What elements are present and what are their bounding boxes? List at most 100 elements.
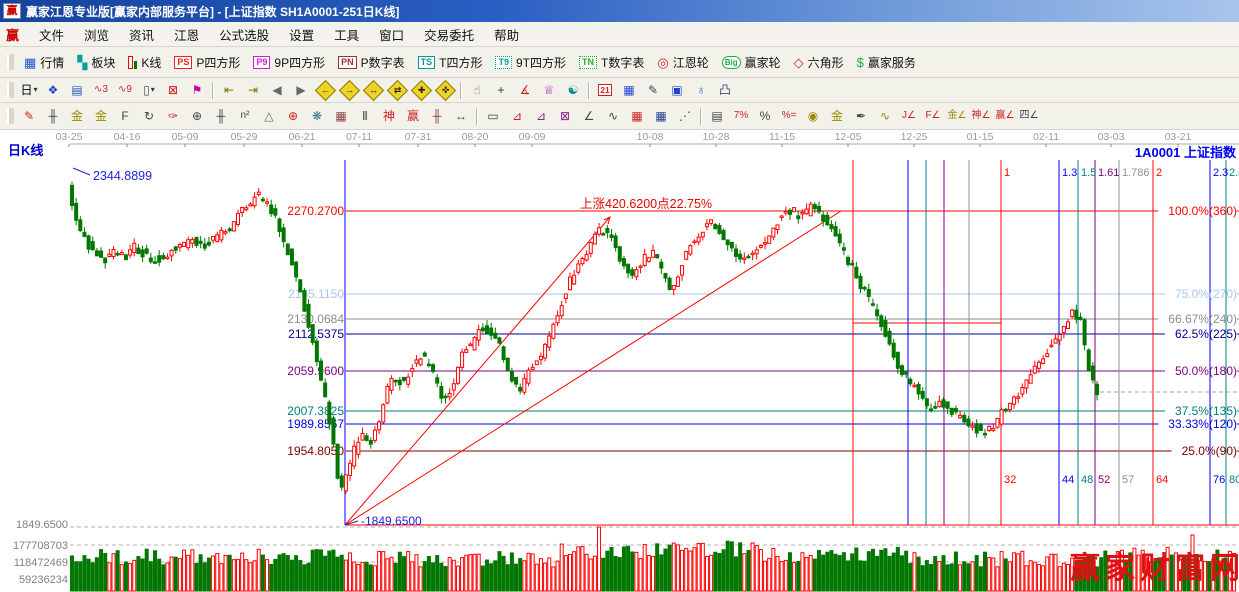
brush-tool-icon[interactable]: ✎	[17, 106, 41, 127]
gold-circle-icon[interactable]: ◉	[801, 106, 825, 127]
f-angle-icon[interactable]: F∠	[921, 106, 945, 127]
menu-help[interactable]: 帮助	[484, 22, 529, 47]
spiral-icon[interactable]: ↻	[137, 106, 161, 127]
candle-body	[621, 258, 626, 267]
gold-grid2-icon[interactable]: 金	[89, 106, 113, 127]
print-icon[interactable]: 凸	[713, 80, 737, 101]
wave-9-icon[interactable]: ∿9	[113, 80, 137, 101]
kline-button[interactable]: K线	[122, 51, 167, 74]
compress-all-icon[interactable]: ✚	[409, 79, 433, 101]
grid-blue-icon[interactable]: ▦	[649, 106, 673, 127]
zoom-out-h-icon[interactable]: ↔	[361, 79, 385, 101]
menu-gann[interactable]: 江恩	[164, 22, 209, 47]
quote-marks-icon[interactable]: Ⅱ	[353, 106, 377, 127]
tick-ruler-icon[interactable]: ╫	[41, 106, 65, 127]
shen-angle-icon[interactable]: 神∠	[969, 106, 993, 127]
volume-bar	[202, 562, 207, 592]
f-grid-icon[interactable]: F	[113, 106, 137, 127]
angle-lines-icon[interactable]: ∠	[577, 106, 601, 127]
pan-right-icon[interactable]: →	[337, 79, 361, 101]
span-arrow-icon[interactable]: ↔	[449, 106, 473, 127]
ruler2-icon[interactable]: ╫	[209, 106, 233, 127]
hexagon-button[interactable]: ◇ 六角形	[788, 51, 850, 74]
box-grid-icon[interactable]: ▦	[329, 106, 353, 127]
gann-wheel-button[interactable]: ◎ 江恩轮	[651, 51, 714, 74]
percent-line-icon[interactable]: %=	[777, 106, 801, 127]
t9-square-button[interactable]: T9 9T四方形	[489, 51, 572, 74]
percent-ruler-icon[interactable]: ▤	[705, 106, 729, 127]
t-number-button[interactable]: TN T数字表	[573, 51, 650, 74]
wave-check-icon[interactable]: ∿	[601, 106, 625, 127]
zoom-in-h-icon[interactable]: ⇄	[385, 79, 409, 101]
period-day-dropdown[interactable]: 日 ▾	[17, 80, 41, 101]
slash-lines-icon[interactable]: ⋰	[673, 106, 697, 127]
menu-window[interactable]: 窗口	[369, 22, 414, 47]
winner-wheel-button[interactable]: Big 赢家轮	[716, 51, 787, 74]
last-bar-icon[interactable]: ⇥	[241, 80, 265, 101]
save-icon[interactable]: ▣	[665, 80, 689, 101]
prev-bar-icon[interactable]: ◀	[265, 80, 289, 101]
web-globe-icon[interactable]: ♁	[689, 80, 713, 101]
calculator-icon[interactable]: ▦	[617, 80, 641, 101]
clipboard-icon[interactable]: ▤	[65, 80, 89, 101]
ruler-123-icon[interactable]: ╫	[425, 106, 449, 127]
pan-left-icon[interactable]: ←	[313, 79, 337, 101]
fractal-icon[interactable]: ⊠	[161, 80, 185, 101]
gold-angle-icon[interactable]: 金∠	[945, 106, 969, 127]
snow-grid-icon[interactable]: ❋	[305, 106, 329, 127]
pattern-window-icon[interactable]: ❖	[41, 80, 65, 101]
menu-browse[interactable]: 浏览	[74, 22, 119, 47]
fan-purple-icon[interactable]: ⊿	[529, 106, 553, 127]
p9-square-button[interactable]: P9 9P四方形	[247, 51, 331, 74]
expand-all-icon[interactable]: ✜	[433, 79, 457, 101]
rect-tool-icon[interactable]: ▭	[481, 106, 505, 127]
gold-wave-icon[interactable]: ∿	[873, 106, 897, 127]
candle-style-dropdown[interactable]: ▯ ▾	[137, 80, 161, 101]
gold-grid-icon[interactable]: 金	[65, 106, 89, 127]
ying-angle-icon[interactable]: 赢∠	[993, 106, 1017, 127]
grid-red-icon[interactable]: ▦	[625, 106, 649, 127]
mind-icon[interactable]: ☯	[561, 80, 585, 101]
n2-icon[interactable]: n²	[233, 106, 257, 127]
t-square-button[interactable]: TS T四方形	[412, 51, 489, 74]
angle-measure-icon[interactable]: ∡	[513, 80, 537, 101]
red-pen-icon[interactable]: ✑	[161, 106, 185, 127]
quotes-button[interactable]: ▦ 行情	[18, 51, 70, 74]
shen-grid-icon[interactable]: 神	[377, 106, 401, 127]
menu-settings[interactable]: 设置	[279, 22, 324, 47]
fan-net-icon[interactable]: ⊠	[553, 106, 577, 127]
color-histogram-icon[interactable]: ⚑	[185, 80, 209, 101]
next-bar-icon[interactable]: ▶	[289, 80, 313, 101]
winner-service-button[interactable]: $ 赢家服务	[851, 51, 922, 74]
chart-area[interactable]: 03-25 04-16 05-09 05-29 06-21 07-11 07-31 08-20…	[0, 130, 1239, 592]
menu-file[interactable]: 文件	[29, 22, 74, 47]
j-angle-icon[interactable]: J∠	[897, 106, 921, 127]
sectors-button[interactable]: ▚ 板块	[71, 51, 121, 74]
ying-grid-icon[interactable]: 赢	[401, 106, 425, 127]
percent-icon[interactable]: %	[753, 106, 777, 127]
fan-red-icon[interactable]: ⊿	[505, 106, 529, 127]
menu-formula-picker[interactable]: 公式选股	[209, 22, 279, 47]
wave-3-icon[interactable]: ∿3	[89, 80, 113, 101]
p-number-button[interactable]: PN P数字表	[332, 51, 411, 74]
gann-crown-icon[interactable]: ♕	[537, 80, 561, 101]
title-bar[interactable]: 赢 赢家江恩专业版[赢家内部服务平台] - [上证指数 SH1A0001-251…	[0, 0, 1239, 22]
four-angle-icon[interactable]: 四∠	[1017, 106, 1041, 127]
target-red-icon[interactable]: ⊕	[281, 106, 305, 127]
menu-trade[interactable]: 交易委托	[414, 22, 484, 47]
hand-tool-icon[interactable]: ☝	[465, 80, 489, 101]
candle-body	[182, 241, 187, 247]
p-square-button[interactable]: PS P四方形	[168, 51, 246, 74]
prism-icon[interactable]: △	[257, 106, 281, 127]
gold-level-icon[interactable]: 金	[825, 106, 849, 127]
ink-pen-icon[interactable]: ✒	[849, 106, 873, 127]
crosshair-icon[interactable]: +	[489, 80, 513, 101]
notes-icon[interactable]: ✎	[641, 80, 665, 101]
menu-tools[interactable]: 工具	[324, 22, 369, 47]
first-bar-icon[interactable]: ⇤	[217, 80, 241, 101]
circle-ruler-icon[interactable]: ⊕	[185, 106, 209, 127]
percent-red-icon[interactable]: 7%	[729, 106, 753, 127]
app-window: 赢 赢家江恩专业版[赢家内部服务平台] - [上证指数 SH1A0001-251…	[0, 0, 1239, 592]
calendar-21-icon[interactable]: 21	[593, 80, 617, 101]
menu-info[interactable]: 资讯	[119, 22, 164, 47]
